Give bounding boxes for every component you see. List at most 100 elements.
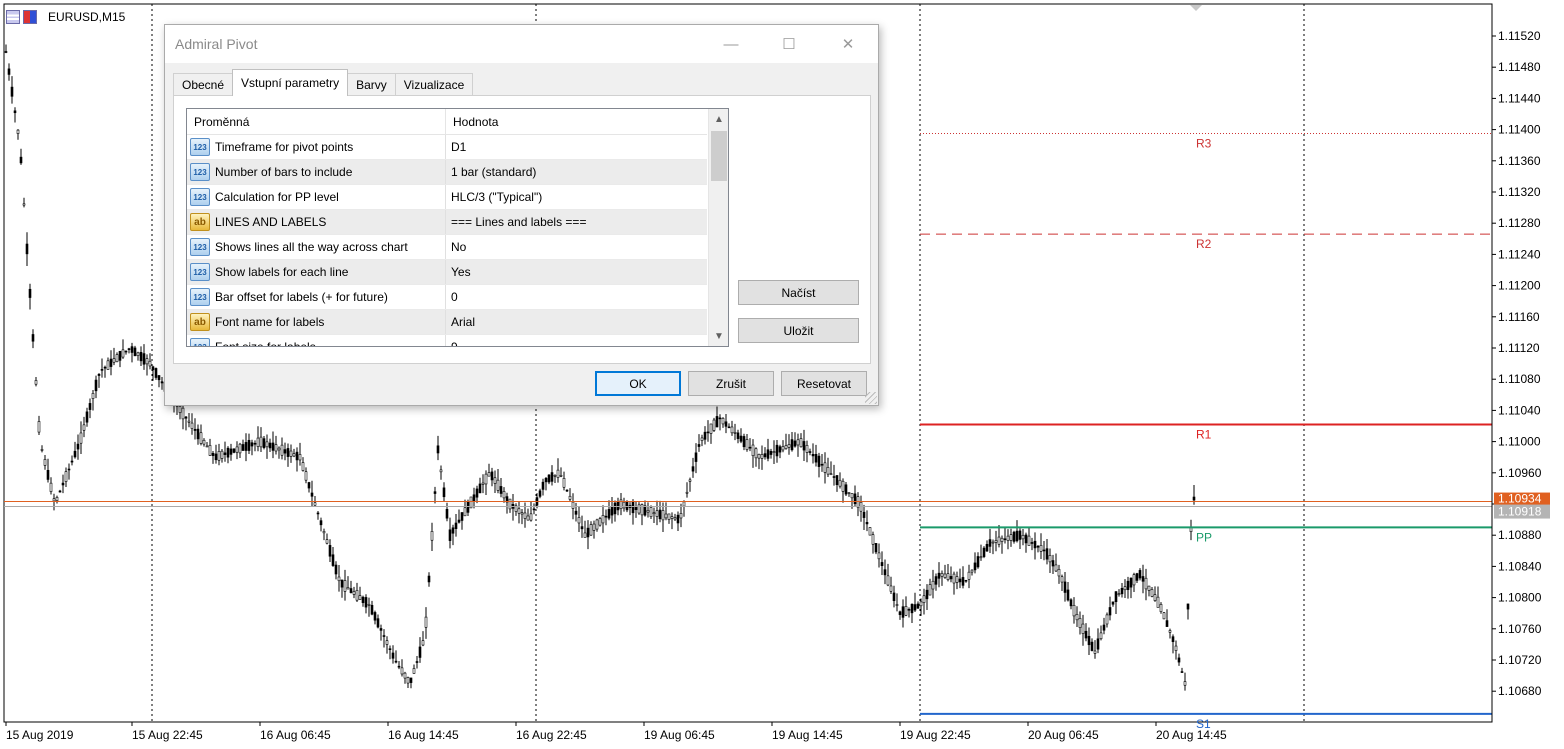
- chart-tab-icon[interactable]: [23, 10, 37, 24]
- param-name-cell[interactable]: 123 Show labels for each line: [187, 260, 446, 284]
- scroll-down-icon[interactable]: ▼: [709, 326, 728, 346]
- candle-body: [547, 474, 551, 483]
- candle-body: [610, 506, 614, 516]
- cancel-button[interactable]: Zrušit: [688, 371, 774, 396]
- param-value[interactable]: No: [446, 240, 707, 254]
- param-value[interactable]: Yes: [446, 265, 707, 279]
- column-header-value[interactable]: Hodnota: [446, 109, 707, 134]
- table-row[interactable]: ab LINES AND LABELS === Lines and labels =…: [187, 210, 707, 235]
- param-name-cell[interactable]: 123 Timeframe for pivot points: [187, 135, 446, 159]
- candle-body: [643, 505, 647, 516]
- param-name-cell[interactable]: 123 Number of bars to include: [187, 160, 446, 184]
- candle-body: [142, 353, 146, 365]
- table-row[interactable]: 123 Bar offset for labels (+ for future) 0: [187, 285, 707, 310]
- candle-body: [748, 446, 752, 449]
- time-tick-label: 19 Aug 14:45: [772, 728, 843, 742]
- table-scrollbar[interactable]: ▲ ▼: [708, 109, 728, 346]
- candle-body: [577, 517, 581, 524]
- param-name-cell[interactable]: 123 Calculation for PP level: [187, 185, 446, 209]
- table-row[interactable]: 123 Timeframe for pivot points D1: [187, 135, 707, 160]
- candle-body: [223, 452, 227, 455]
- candle-body: [1159, 604, 1163, 612]
- candle-body: [301, 462, 305, 471]
- minimize-button[interactable]: —: [708, 25, 754, 63]
- scroll-up-icon[interactable]: ▲: [709, 109, 728, 129]
- param-value[interactable]: 9: [446, 340, 707, 346]
- candle-body: [841, 480, 845, 492]
- candle-body: [649, 507, 653, 517]
- maximize-button[interactable]: ☐: [766, 25, 812, 63]
- param-value[interactable]: HLC/3 ("Typical"): [446, 190, 707, 204]
- scrollbar-thumb[interactable]: [711, 131, 727, 181]
- candle-body: [883, 569, 887, 576]
- param-name-cell[interactable]: ab Font name for labels: [187, 310, 446, 334]
- candle-body: [1096, 638, 1100, 650]
- tab-general[interactable]: Obecné: [173, 73, 234, 96]
- candle-body: [676, 514, 680, 524]
- chart-list-icon[interactable]: [6, 10, 20, 24]
- parameters-table[interactable]: Proměnná Hodnota 123 Timeframe for pivot …: [186, 108, 729, 347]
- close-button[interactable]: ✕: [825, 25, 871, 63]
- candle-body: [751, 444, 755, 457]
- column-header-name[interactable]: Proměnná: [187, 109, 446, 134]
- table-row[interactable]: 123 Number of bars to include 1 bar (stand…: [187, 160, 707, 185]
- candle-body: [208, 445, 212, 456]
- save-button[interactable]: Uložit: [738, 318, 859, 343]
- param-name-cell[interactable]: 123 Bar offset for labels (+ for future): [187, 285, 446, 309]
- param-value[interactable]: D1: [446, 140, 707, 154]
- candle-body: [430, 531, 434, 541]
- tab-colors[interactable]: Barvy: [347, 73, 396, 96]
- price-tick-label: 1.11040: [1498, 403, 1541, 417]
- param-value[interactable]: === Lines and labels ===: [446, 215, 707, 229]
- candle-body: [697, 444, 701, 447]
- candle-body: [667, 513, 671, 520]
- candle-body: [316, 512, 320, 515]
- table-row[interactable]: 123 Font size for labels 9: [187, 335, 707, 346]
- dialog-titlebar[interactable]: Admiral Pivot — ☐ ✕: [165, 25, 878, 63]
- candle-body: [532, 508, 536, 511]
- candle-body: [520, 512, 524, 515]
- candle-body: [1060, 576, 1064, 583]
- candle-body: [1036, 545, 1040, 548]
- price-tick-label: 1.11080: [1498, 372, 1541, 386]
- candle-body: [1123, 586, 1127, 591]
- tab-visualization[interactable]: Vizualizace: [394, 73, 474, 96]
- candle-body: [937, 572, 941, 579]
- resize-grip-icon[interactable]: [865, 392, 877, 404]
- candle-body: [526, 515, 530, 521]
- reset-button[interactable]: Resetovat: [781, 371, 867, 396]
- candle-body: [799, 438, 803, 448]
- param-name-cell[interactable]: 123 Shows lines all the way across chart: [187, 235, 446, 259]
- param-value[interactable]: 0: [446, 290, 707, 304]
- param-value[interactable]: 1 bar (standard): [446, 165, 707, 179]
- table-row[interactable]: 123 Shows lines all the way across chart N…: [187, 235, 707, 260]
- time-tick-label: 20 Aug 14:45: [1156, 728, 1227, 742]
- table-row[interactable]: 123 Show labels for each line Yes: [187, 260, 707, 285]
- table-row[interactable]: ab Font name for labels Arial: [187, 310, 707, 335]
- candle-body: [46, 469, 50, 480]
- ok-button[interactable]: OK: [595, 371, 681, 396]
- candle-body: [709, 423, 713, 434]
- param-value[interactable]: Arial: [446, 315, 707, 329]
- candle-body: [19, 156, 23, 164]
- candle-body: [118, 350, 122, 361]
- candle-body: [766, 449, 770, 459]
- candle-body: [199, 432, 203, 444]
- candle-body: [1168, 630, 1172, 633]
- load-button[interactable]: Načíst: [738, 280, 859, 305]
- candle-body: [979, 556, 983, 559]
- candle-body: [730, 426, 734, 434]
- candle-body: [10, 86, 14, 97]
- candle-body: [415, 661, 419, 663]
- indicator-dialog[interactable]: Admiral Pivot — ☐ ✕ Obecné Vstupní param…: [164, 24, 879, 406]
- param-name-cell[interactable]: ab LINES AND LABELS: [187, 210, 446, 234]
- candle-body: [1084, 630, 1088, 639]
- candle-body: [1171, 636, 1175, 643]
- time-tick-label: 16 Aug 14:45: [388, 728, 459, 742]
- candle-body: [976, 556, 980, 568]
- candle-body: [970, 569, 974, 573]
- table-row[interactable]: 123 Calculation for PP level HLC/3 ("Typic…: [187, 185, 707, 210]
- tab-input-parameters[interactable]: Vstupní parametry: [232, 69, 349, 96]
- param-name-cell[interactable]: 123 Font size for labels: [187, 335, 446, 346]
- pivot-label-r2: R2: [1196, 237, 1212, 251]
